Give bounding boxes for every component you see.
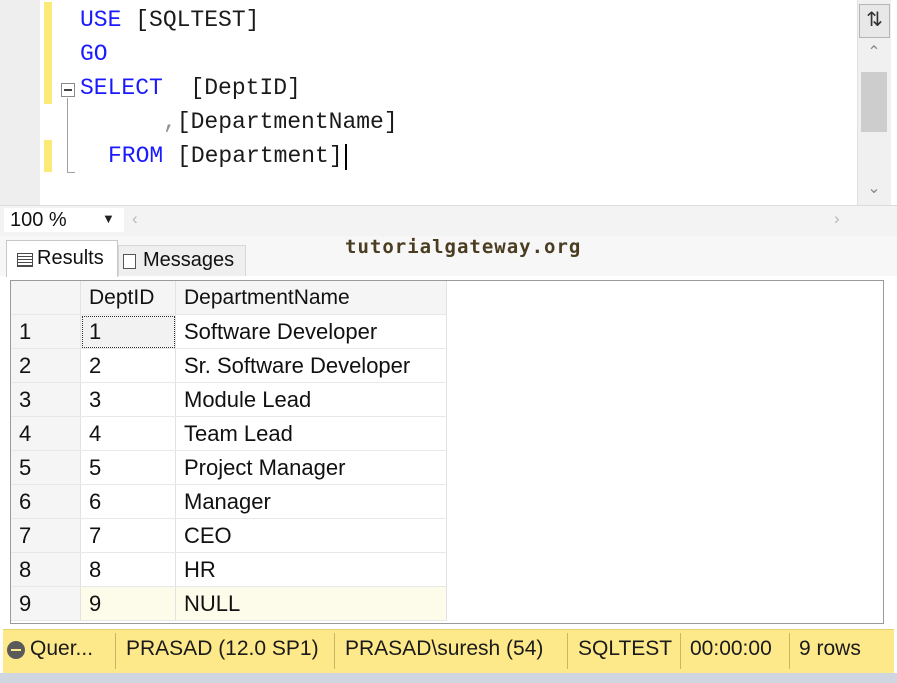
split-handle-icon[interactable]: ⇅ [859, 4, 890, 38]
deptid-cell[interactable]: 5 [80, 450, 176, 485]
scroll-right-icon[interactable]: › [834, 209, 840, 229]
code-comma: , [163, 109, 177, 135]
column-header-deptid[interactable]: DeptID [80, 281, 176, 315]
collapse-icon[interactable] [61, 83, 75, 97]
table-row[interactable]: 5 5 Project Manager [11, 450, 447, 485]
code-keyword: SELECT [80, 75, 163, 101]
change-marker [44, 140, 52, 172]
departmentname-cell[interactable]: Team Lead [175, 416, 447, 451]
deptid-cell[interactable]: 3 [80, 382, 176, 417]
zoom-value: 100 % [10, 209, 67, 231]
tab-messages-label: Messages [143, 249, 235, 271]
row-number-cell[interactable]: 7 [11, 518, 81, 553]
row-header-corner[interactable] [11, 281, 81, 315]
table-row[interactable]: 2 2 Sr. Software Developer [11, 348, 447, 383]
tab-results[interactable]: Results [6, 240, 118, 277]
table-row[interactable]: 1 1 Software Developer [11, 314, 447, 349]
table-row[interactable]: 3 3 Module Lead [11, 382, 447, 417]
status-divider [115, 633, 116, 669]
departmentname-cell[interactable]: CEO [175, 518, 447, 553]
row-number-cell[interactable]: 3 [11, 382, 81, 417]
row-number-cell[interactable]: 1 [11, 314, 81, 349]
code-keyword: FROM [108, 143, 164, 169]
row-number-cell[interactable]: 9 [11, 586, 81, 621]
status-divider [334, 633, 335, 669]
table-row[interactable]: 6 6 Manager [11, 484, 447, 519]
row-number-cell[interactable]: 5 [11, 450, 81, 485]
code-text: [Department] [163, 143, 343, 169]
message-icon [123, 254, 136, 269]
status-database: SQLTEST [578, 637, 673, 660]
code-line-5[interactable]: FROM [Department] [108, 139, 343, 173]
scroll-left-icon[interactable]: ‹ [132, 209, 138, 229]
table-row[interactable]: 8 8 HR [11, 552, 447, 587]
grid-header-row: DeptID DepartmentName [11, 281, 447, 315]
departmentname-cell[interactable]: Software Developer [175, 314, 447, 349]
status-rows: 9 rows [799, 637, 861, 660]
code-line-1[interactable]: USE [SQLTEST] [80, 3, 259, 37]
scroll-down-icon[interactable]: ⌄ [863, 178, 885, 198]
window-bottom-border [0, 673, 897, 683]
editor-margin [0, 0, 40, 205]
departmentname-cell[interactable]: Module Lead [175, 382, 447, 417]
deptid-cell[interactable]: 9 [80, 586, 176, 621]
deptid-cell[interactable]: 8 [80, 552, 176, 587]
table-row[interactable]: 4 4 Team Lead [11, 416, 447, 451]
row-number-cell[interactable]: 6 [11, 484, 81, 519]
code-keyword: USE [80, 7, 122, 33]
deptid-cell[interactable]: 4 [80, 416, 176, 451]
deptid-cell[interactable]: 6 [80, 484, 176, 519]
status-elapsed: 00:00:00 [690, 637, 772, 660]
status-server: PRASAD (12.0 SP1) [126, 637, 319, 660]
text-caret [345, 144, 347, 170]
scroll-thumb[interactable] [861, 72, 887, 132]
table-row[interactable]: 9 9 NULL [11, 586, 447, 621]
departmentname-cell[interactable]: NULL [175, 586, 447, 621]
query-status-icon [7, 641, 25, 659]
code-text: [SQLTEST] [121, 7, 260, 33]
deptid-cell[interactable]: 7 [80, 518, 176, 553]
departmentname-cell[interactable]: HR [175, 552, 447, 587]
watermark-text: tutorialgateway.org [345, 236, 582, 258]
outline-guide [67, 98, 68, 172]
scroll-up-icon[interactable]: ⌃ [863, 42, 885, 62]
tab-results-label: Results [37, 247, 104, 269]
departmentname-cell[interactable]: Project Manager [175, 450, 447, 485]
row-number-cell[interactable]: 8 [11, 552, 81, 587]
status-divider [789, 633, 790, 669]
outline-guide [67, 172, 75, 173]
departmentname-cell[interactable]: Manager [175, 484, 447, 519]
departmentname-cell[interactable]: Sr. Software Developer [175, 348, 447, 383]
deptid-cell[interactable]: 2 [80, 348, 176, 383]
code-text: [DeptID] [162, 75, 301, 101]
status-divider [680, 633, 681, 669]
column-header-departmentname[interactable]: DepartmentName [175, 281, 447, 315]
tab-messages[interactable]: Messages [118, 245, 246, 276]
code-keyword: GO [80, 41, 108, 67]
deptid-cell[interactable]: 1 [80, 314, 176, 349]
code-text: [DepartmentName] [176, 109, 398, 135]
grid-icon [17, 253, 33, 267]
status-divider [567, 633, 568, 669]
code-line-2[interactable]: GO [80, 37, 108, 71]
status-query: Quer... [30, 637, 94, 660]
grid-body: 1 1 Software Developer 2 2 Sr. Software Devel… [11, 314, 447, 621]
results-grid[interactable]: DeptID DepartmentName 1 1 Software Develop… [11, 281, 447, 621]
row-number-cell[interactable]: 2 [11, 348, 81, 383]
chevron-down-icon[interactable]: ▼ [102, 211, 115, 226]
code-line-3[interactable]: SELECT [DeptID] [80, 71, 301, 105]
row-number-cell[interactable]: 4 [11, 416, 81, 451]
code-line-4[interactable]: ,[DepartmentName] [163, 105, 398, 139]
change-marker [44, 2, 52, 104]
table-row[interactable]: 7 7 CEO [11, 518, 447, 553]
status-user: PRASAD\suresh (54) [345, 637, 544, 660]
